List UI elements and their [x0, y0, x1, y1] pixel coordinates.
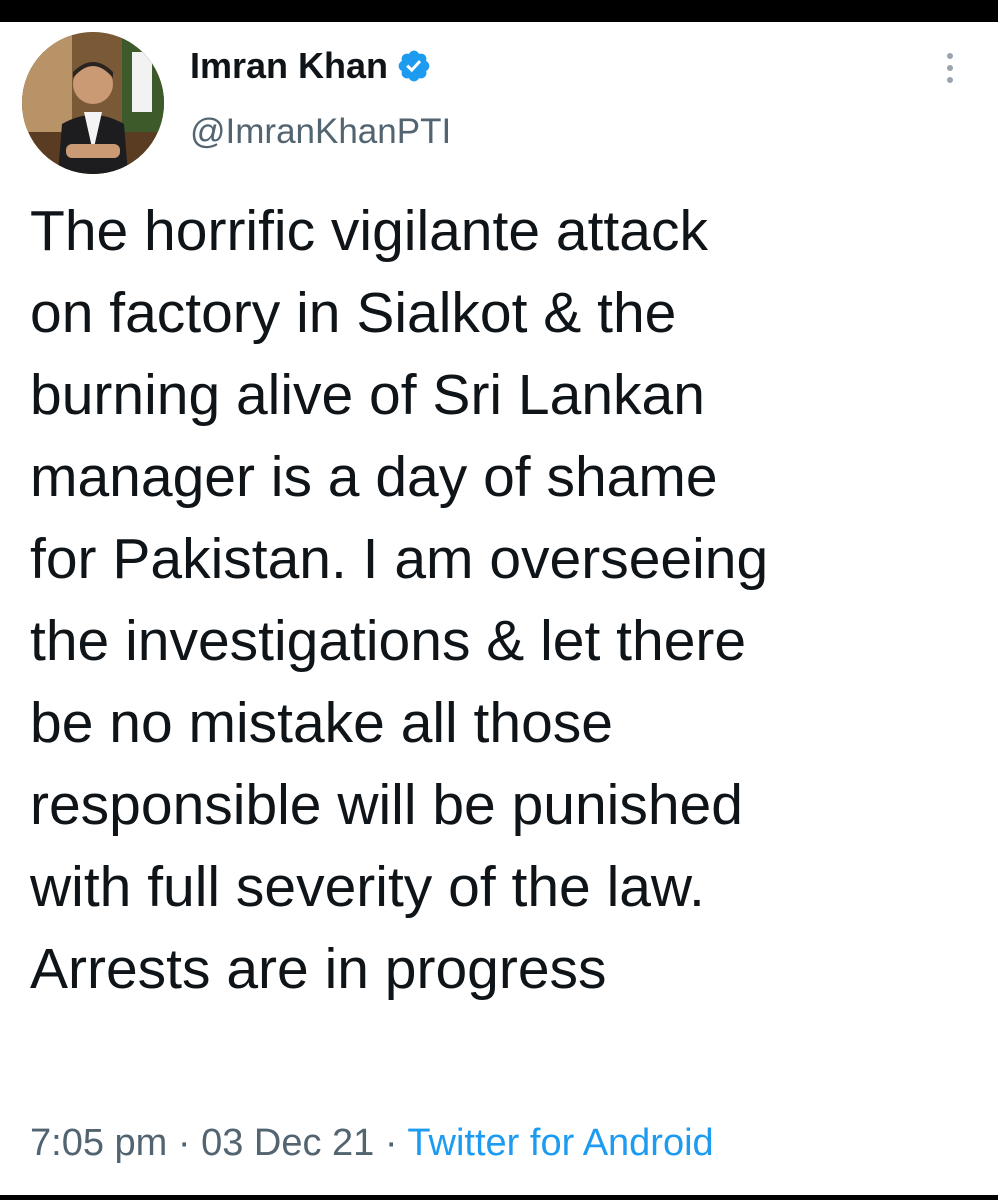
tweet-text-line: be no mistake all those — [30, 691, 613, 755]
author-avatar[interactable] — [22, 32, 164, 174]
tweet-text-line: on factory in Sialkot & the — [30, 281, 677, 345]
more-options-icon[interactable] — [930, 48, 970, 88]
tweet-text-line: Arrests are in progress — [30, 937, 607, 1001]
more-dot — [947, 65, 953, 71]
tweet-text-line: The horrific vigilante attack — [30, 199, 708, 263]
author-name[interactable]: Imran Khan — [190, 45, 388, 87]
author-handle[interactable]: @ImranKhanPTI — [190, 112, 451, 152]
bottom-border — [0, 1195, 998, 1200]
verified-badge-icon — [396, 48, 432, 84]
tweet-text-line: responsible will be punished — [30, 773, 743, 837]
tweet-text-line: the investigations & let there — [30, 609, 747, 673]
tweet-source-link[interactable]: Twitter for Android — [407, 1122, 713, 1164]
more-dot — [947, 77, 953, 83]
meta-separator: · — [384, 1122, 398, 1164]
tweet-text-line: manager is a day of shame — [30, 445, 718, 509]
tweet-date[interactable]: 03 Dec 21 — [201, 1122, 374, 1164]
tweet-text: The horrific vigilante attack on factory… — [30, 190, 975, 1010]
tweet-meta: 7:05 pm · 03 Dec 21 · Twitter for Androi… — [30, 1122, 714, 1165]
meta-separator: · — [177, 1122, 191, 1164]
tweet-text-line: burning alive of Sri Lankan — [30, 363, 705, 427]
tweet-card: Imran Khan @ImranKhanPTI The horrific vi… — [0, 22, 998, 1195]
tweet-text-line: for Pakistan. I am overseeing — [30, 527, 769, 591]
more-dot — [947, 53, 953, 59]
profile-photo-icon — [22, 32, 164, 174]
author-name-row: Imran Khan — [190, 40, 432, 92]
tweet-time[interactable]: 7:05 pm — [30, 1122, 167, 1164]
tweet-text-line: with full severity of the law. — [30, 855, 705, 919]
